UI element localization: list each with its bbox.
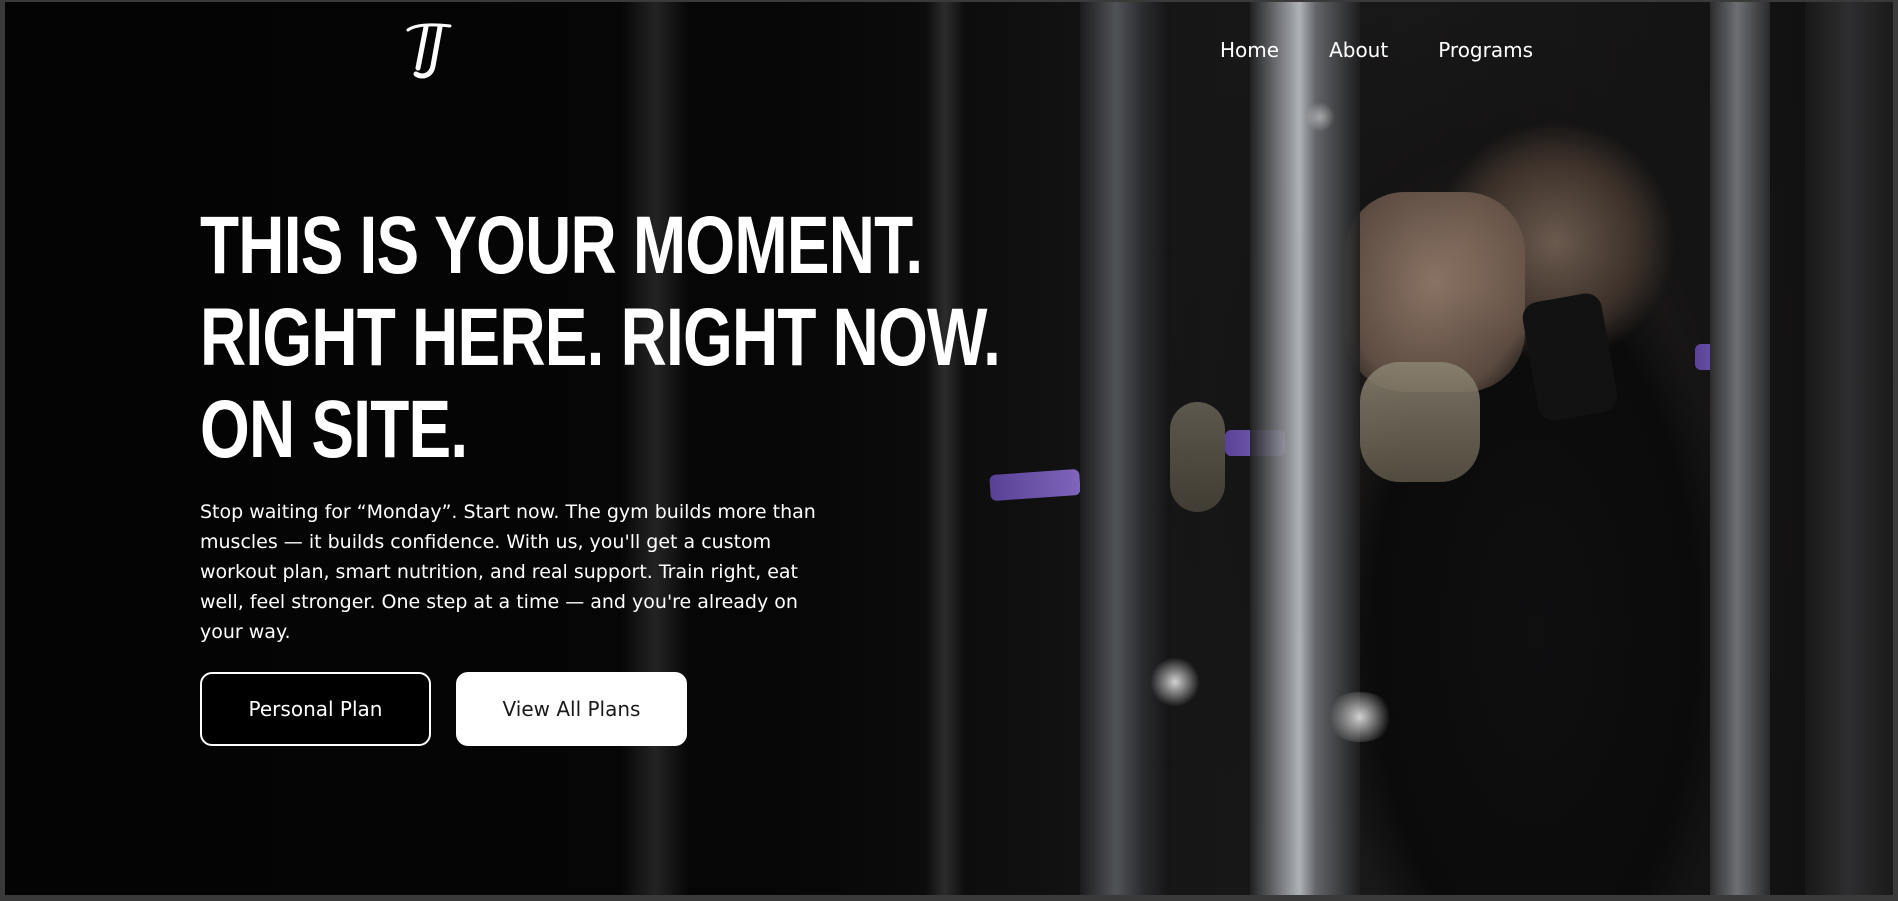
photo-rope bbox=[1360, 362, 1480, 482]
photo-light-reflection bbox=[1305, 102, 1335, 132]
hero-description: Stop waiting for “Monday”. Start now. Th… bbox=[200, 501, 816, 643]
main-nav: Home About Programs bbox=[1220, 38, 1533, 62]
photo-rope bbox=[1170, 402, 1225, 512]
hero-headline-line: THIS IS YOUR MOMENT. bbox=[200, 200, 923, 291]
nav-about[interactable]: About bbox=[1329, 38, 1388, 62]
photo-pillar bbox=[1710, 2, 1770, 895]
nav-programs[interactable]: Programs bbox=[1438, 38, 1533, 62]
photo-pillar bbox=[1250, 2, 1360, 895]
hero-headline-line: ON SITE. bbox=[200, 384, 468, 475]
hero-headline: THIS IS YOUR MOMENT. RIGHT HERE. RIGHT N… bbox=[200, 200, 1001, 476]
photo-purple-light bbox=[989, 468, 1081, 502]
photo-light-reflection bbox=[1150, 657, 1200, 707]
hero-headline-line: RIGHT HERE. RIGHT NOW. bbox=[200, 292, 1001, 383]
photo-pillar bbox=[1805, 2, 1893, 895]
page-frame: Home About Programs THIS IS YOUR MOMENT.… bbox=[5, 2, 1893, 895]
brand-logo[interactable] bbox=[402, 20, 456, 82]
personal-plan-button[interactable]: Personal Plan bbox=[200, 672, 431, 746]
tj-monogram-icon bbox=[406, 23, 452, 79]
nav-home[interactable]: Home bbox=[1220, 38, 1279, 62]
view-all-plans-button[interactable]: View All Plans bbox=[456, 672, 687, 746]
photo-light-reflection bbox=[1325, 692, 1395, 742]
photo-pillar bbox=[1080, 2, 1170, 895]
